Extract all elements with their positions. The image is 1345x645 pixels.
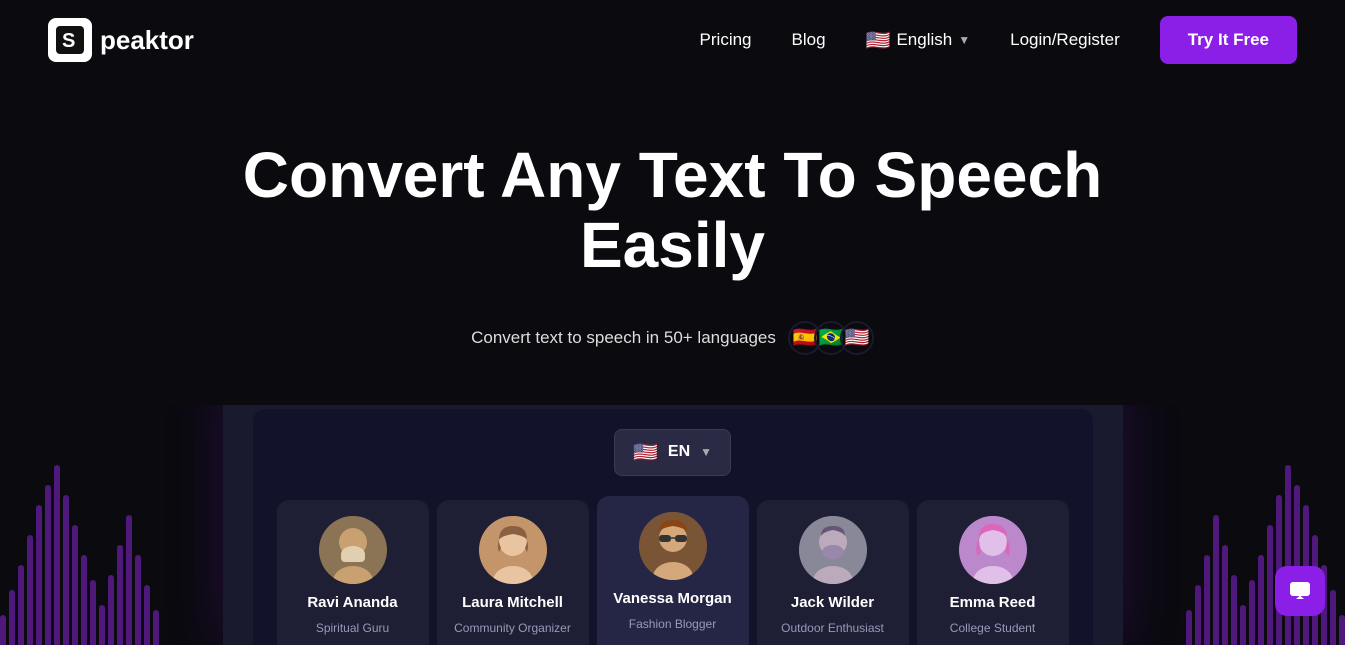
bar — [135, 555, 141, 645]
voice-role-jack: Outdoor Enthusiast — [781, 621, 884, 635]
voice-avatar-ravi — [319, 516, 387, 584]
voice-name-jack: Jack Wilder — [791, 594, 874, 611]
bar — [1339, 615, 1345, 645]
bar — [1186, 610, 1192, 645]
logo-letter: S — [56, 26, 84, 54]
lang-chevron-icon: ▼ — [700, 445, 712, 459]
svg-text:S: S — [62, 30, 75, 52]
bar — [1285, 465, 1291, 645]
app-inner: 🇺🇸 EN ▼ — [253, 409, 1093, 645]
bar — [81, 555, 87, 645]
chat-button[interactable] — [1275, 566, 1325, 616]
hero-subtitle: Convert text to speech in 50+ languages … — [0, 321, 1345, 355]
bar — [1204, 555, 1210, 645]
voice-name-emma: Emma Reed — [950, 594, 1036, 611]
brand-name: peaktor — [100, 25, 194, 56]
wave-container: 🇺🇸 EN ▼ — [0, 405, 1345, 645]
bar — [54, 465, 60, 645]
flags-stack: 🇪🇸 🇧🇷 🇺🇸 — [788, 321, 874, 355]
bar — [1258, 555, 1264, 645]
language-text: English — [896, 30, 952, 50]
bar — [1330, 590, 1336, 645]
logo-icon: S — [48, 18, 92, 62]
logo[interactable]: S peaktor — [48, 18, 194, 62]
selected-lang-code: EN — [668, 443, 690, 461]
voice-avatar-vanessa — [639, 512, 707, 580]
voice-role-laura: Community Organizer — [454, 621, 571, 635]
voice-cards: Ravi Ananda Spiritual Guru — [273, 496, 1073, 645]
bar — [1294, 485, 1300, 645]
voice-name-vanessa: Vanessa Morgan — [613, 590, 731, 607]
flag-us: 🇺🇸 — [840, 321, 874, 355]
bar — [72, 525, 78, 645]
nav-language-selector[interactable]: 🇺🇸 English ▼ — [866, 28, 971, 53]
bar — [1240, 605, 1246, 645]
voice-avatar-emma — [959, 516, 1027, 584]
voice-role-vanessa: Fashion Blogger — [629, 617, 716, 631]
lang-selector-button[interactable]: 🇺🇸 EN ▼ — [614, 429, 731, 476]
nav-pricing[interactable]: Pricing — [700, 30, 752, 50]
hero-subtitle-text: Convert text to speech in 50+ languages — [471, 328, 776, 348]
wave-bars-right — [1186, 465, 1345, 645]
voice-avatar-jack — [799, 516, 867, 584]
bar — [1213, 515, 1219, 645]
bar — [1231, 575, 1237, 645]
navbar: S peaktor Pricing Blog 🇺🇸 English ▼ Logi… — [0, 0, 1345, 80]
bar — [27, 535, 33, 645]
language-flag: 🇺🇸 — [866, 28, 891, 53]
chevron-down-icon: ▼ — [958, 33, 970, 47]
bar — [153, 610, 159, 645]
voice-name-ravi: Ravi Ananda — [307, 594, 397, 611]
voice-card-emma[interactable]: Emma Reed College Student — [917, 500, 1069, 645]
bar — [0, 615, 6, 645]
app-preview: 🇺🇸 EN ▼ — [223, 405, 1123, 645]
bar — [108, 575, 114, 645]
bar — [18, 565, 24, 645]
bar — [9, 590, 15, 645]
nav-blog[interactable]: Blog — [792, 30, 826, 50]
nav-links: Pricing Blog 🇺🇸 English ▼ Login/Register… — [700, 16, 1297, 64]
hero-title: Convert Any Text To Speech Easily — [223, 140, 1123, 281]
voice-role-emma: College Student — [950, 621, 1035, 635]
hero-section: Convert Any Text To Speech Easily Conver… — [0, 80, 1345, 355]
bar — [99, 605, 105, 645]
nav-login[interactable]: Login/Register — [1010, 30, 1120, 50]
wave-bars-left — [0, 465, 159, 645]
voice-avatar-laura — [479, 516, 547, 584]
voice-card-vanessa[interactable]: Vanessa Morgan Fashion Blogger — [597, 496, 749, 645]
voice-card-laura[interactable]: Laura Mitchell Community Organizer — [437, 500, 589, 645]
lang-selector: 🇺🇸 EN ▼ — [273, 429, 1073, 476]
bar — [117, 545, 123, 645]
bar — [63, 495, 69, 645]
selected-lang-flag: 🇺🇸 — [633, 440, 658, 465]
bar — [1267, 525, 1273, 645]
bar — [36, 505, 42, 645]
voice-name-laura: Laura Mitchell — [462, 594, 563, 611]
bar — [1249, 580, 1255, 645]
try-it-free-button[interactable]: Try It Free — [1160, 16, 1297, 64]
bar — [1222, 545, 1228, 645]
voice-role-ravi: Spiritual Guru — [316, 621, 389, 635]
voice-card-ravi[interactable]: Ravi Ananda Spiritual Guru — [277, 500, 429, 645]
bar — [90, 580, 96, 645]
voice-card-jack[interactable]: Jack Wilder Outdoor Enthusiast — [757, 500, 909, 645]
bar — [126, 515, 132, 645]
bar — [45, 485, 51, 645]
